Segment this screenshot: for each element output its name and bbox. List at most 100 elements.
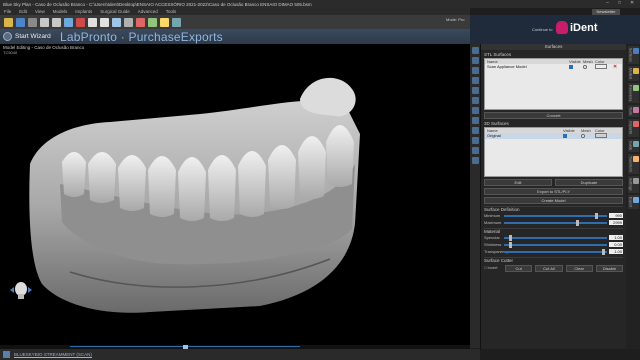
tab-transform[interactable]: Transform <box>627 154 639 174</box>
shininess-thumb[interactable] <box>509 241 513 248</box>
jaw-model[interactable] <box>0 44 470 348</box>
disable-button[interactable]: Disable <box>595 265 623 272</box>
minimum-slider-row: Minimum 990 <box>484 212 623 219</box>
tab-models[interactable]: Models <box>627 65 639 82</box>
invert-label: Invert <box>487 265 498 270</box>
list-item[interactable]: Scan Appliance Model ✕ <box>485 64 622 70</box>
color-swatch[interactable] <box>595 64 607 70</box>
camera-icon[interactable] <box>172 17 181 27</box>
brand-title: LabPronto · PurchaseExports <box>60 30 223 44</box>
minimum-value[interactable]: 990 <box>609 213 623 218</box>
maximum-thumb[interactable] <box>576 219 580 226</box>
cut-button[interactable]: Cut <box>505 265 533 272</box>
menu-file[interactable]: File <box>4 9 11 14</box>
shininess-value[interactable]: 0.00 <box>609 242 623 247</box>
view-left-icon[interactable] <box>471 67 479 74</box>
edit-button[interactable]: Edit <box>484 179 552 186</box>
view-right-icon[interactable] <box>471 77 479 84</box>
volume-icon[interactable] <box>148 17 157 27</box>
invert-checkbox[interactable]: □ Invert <box>484 265 502 272</box>
minimum-slider[interactable] <box>504 212 607 219</box>
convert-button[interactable]: Convert <box>484 112 623 119</box>
redo-icon[interactable] <box>52 17 61 27</box>
transparency-thumb[interactable] <box>601 248 605 255</box>
light-toggle-icon[interactable] <box>471 157 479 164</box>
view-bottom-icon[interactable] <box>471 97 479 104</box>
tab-tools[interactable]: Tools <box>627 105 639 118</box>
window-titlebar: Blue Sky Plan - Caso de Oclusão Branco -… <box>0 0 640 8</box>
view-back-icon[interactable] <box>471 57 479 64</box>
tab-guide[interactable]: Guide <box>627 138 639 153</box>
mesh-radio[interactable] <box>583 64 587 69</box>
save-icon[interactable] <box>16 17 25 27</box>
continue-label[interactable]: Continue to <box>532 27 552 32</box>
zoom-icon[interactable] <box>64 17 73 27</box>
specular-thumb[interactable] <box>509 234 513 241</box>
tooth-icon[interactable] <box>88 17 97 27</box>
tab-surfaces[interactable]: Surfaces <box>627 46 639 64</box>
3d-surfaces-section: 3D Surfaces Name Visible Mesh Color Orig… <box>484 121 623 204</box>
surfaces-tab-icon <box>632 48 639 54</box>
menu-advanced[interactable]: Advanced <box>138 9 158 14</box>
menu-edit[interactable]: Edit <box>19 9 27 14</box>
tooth-logo-icon <box>556 21 568 34</box>
visible-checkbox[interactable] <box>563 133 567 138</box>
menu-view[interactable]: View <box>35 9 45 14</box>
color-swatch[interactable] <box>595 133 607 139</box>
slice-icon[interactable] <box>124 17 133 27</box>
stl-item-name: Scan Appliance Model <box>487 64 527 69</box>
print-icon[interactable] <box>28 17 37 27</box>
specular-slider[interactable] <box>504 234 607 241</box>
maximum-value[interactable]: 2999 <box>609 220 623 225</box>
maximize-icon[interactable]: □ <box>618 1 624 6</box>
mode-label: Mode: Pro <box>446 17 465 22</box>
menu-tools[interactable]: Tools <box>166 9 177 14</box>
cut-icon[interactable] <box>136 17 145 27</box>
light-icon[interactable] <box>160 17 169 27</box>
status-link[interactable]: BLUESKYBIO STREAMMENT (SCAN) <box>14 352 92 357</box>
panorama-tab-icon <box>632 85 639 92</box>
tab-settings[interactable]: Settings <box>627 175 639 193</box>
cut-all-button[interactable]: Cut All <box>535 265 563 272</box>
delete-icon[interactable]: ✕ <box>613 64 617 70</box>
transparency-slider[interactable] <box>504 248 607 255</box>
mesh-radio[interactable] <box>581 133 585 138</box>
maximum-slider[interactable] <box>504 219 607 226</box>
duplicate-button[interactable]: Duplicate <box>555 179 623 186</box>
view-front-icon[interactable] <box>471 47 479 54</box>
open-folder-icon[interactable] <box>4 17 13 27</box>
visible-checkbox[interactable] <box>569 64 573 69</box>
tab-export[interactable]: Export <box>627 194 639 209</box>
measure-icon[interactable] <box>76 17 85 27</box>
screenshot-icon[interactable] <box>471 147 479 154</box>
undo-icon[interactable] <box>40 17 49 27</box>
close-icon[interactable]: ✕ <box>630 1 636 6</box>
orientation-head-icon[interactable] <box>8 280 34 300</box>
menu-implants[interactable]: Implants <box>75 9 92 14</box>
tab-panorama[interactable]: Panorama <box>627 83 639 104</box>
newsletter-button[interactable]: Newsletter <box>592 9 620 15</box>
reset-view-icon[interactable] <box>471 137 479 144</box>
menu-models[interactable]: Models <box>53 9 68 14</box>
start-wizard-button[interactable]: Start Wizard <box>0 32 51 41</box>
zoom-fit-icon[interactable] <box>471 127 479 134</box>
shininess-slider[interactable] <box>504 241 607 248</box>
export-stl-button[interactable]: Export to STL/PLY <box>484 188 623 195</box>
3d-viewport[interactable]: Model Editing - Caso de Oclusão Branco T… <box>0 44 470 348</box>
rotate-icon[interactable] <box>471 107 479 114</box>
menu-surgical-guide[interactable]: Surgical Guide <box>100 9 130 14</box>
pan-icon[interactable] <box>471 117 479 124</box>
minimum-thumb[interactable] <box>594 212 598 219</box>
tab-label: Models <box>628 67 633 80</box>
transparency-value[interactable]: 1.00 <box>609 249 623 254</box>
implant-icon[interactable] <box>100 17 109 27</box>
list-item[interactable]: Original <box>485 133 622 139</box>
tab-implants[interactable]: Implants <box>627 119 639 137</box>
transparency-label: Transparency <box>484 249 509 254</box>
view-top-icon[interactable] <box>471 87 479 94</box>
clear-button[interactable]: Clear <box>565 265 593 272</box>
minimize-icon[interactable]: – <box>606 1 612 6</box>
nerve-icon[interactable] <box>112 17 121 27</box>
create-model-button[interactable]: Create Model <box>484 197 623 204</box>
specular-value[interactable]: 1.00 <box>609 235 623 240</box>
